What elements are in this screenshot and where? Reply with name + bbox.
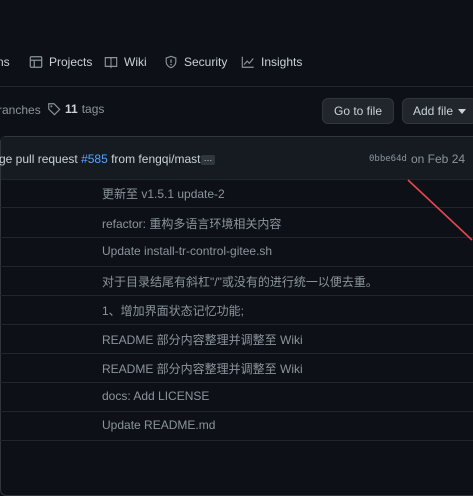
file-commit-message[interactable]: Update README.md [102,418,215,432]
tags-count: 11 [65,102,78,116]
commit-sha[interactable]: 0bbe64d [369,154,407,164]
annotation-arrow [407,179,473,241]
file-commit-message[interactable]: 对于目录结尾有斜杠"/"或没有的进行统一以便去重。 [102,273,378,290]
tags-label: tags [81,102,105,116]
file-row: README 部分内容整理并调整至 Wiki [0,324,473,354]
commit-date: on Feb 24 [411,152,466,166]
latest-commit-message[interactable]: ge pull request #585 from fengqi/master [0,152,211,166]
file-row: Update README.md [0,411,473,441]
commit-suffix: from fengqi/master [107,152,212,166]
tags-link[interactable]: 11 tags [47,102,104,116]
file-commit-message[interactable]: docs: Add LICENSE [102,389,209,403]
nav-insights-label: Insights [261,55,303,69]
expand-commit-button[interactable]: … [201,154,215,165]
nav-code-label: ns [0,55,10,69]
file-row: docs: Add LICENSE [0,382,473,412]
file-row: 1、增加界面状态记忆功能; [0,295,473,325]
pr-link[interactable]: #585 [81,152,108,166]
file-row: 更新至 v1.5.1 update-2 [0,178,473,208]
nav-code[interactable]: ns [0,52,10,72]
nav-divider [0,86,473,87]
file-commit-message[interactable]: README 部分内容整理并调整至 Wiki [102,331,303,348]
latest-commit-bar: ge pull request #585 from fengqi/master … [0,137,473,180]
repo-nav: ns Projects Wiki Security Insights [0,0,473,90]
file-commit-message[interactable]: 1、增加界面状态记忆功能; [102,302,244,319]
file-row [0,440,473,469]
nav-insights[interactable]: Insights [241,52,302,72]
table-icon [29,56,43,68]
nav-wiki[interactable]: Wiki [104,52,147,72]
commit-prefix: ge pull request [0,152,82,166]
file-commit-message[interactable]: Update install-tr-control-gitee.sh [102,244,272,258]
file-commit-message[interactable]: 更新至 v1.5.1 update-2 [102,185,225,202]
nav-security-label: Security [184,55,228,69]
graph-icon [241,56,254,68]
chevron-down-icon [458,108,467,114]
add-file-button[interactable]: Add file [402,98,473,124]
go-to-file-button[interactable]: Go to file [322,98,394,124]
book-icon [104,57,118,69]
go-to-file-label: Go to file [333,104,383,118]
file-commit-message[interactable]: README 部分内容整理并调整至 Wiki [102,360,303,377]
branches-link[interactable]: ranches [0,103,41,117]
shield-icon [165,55,177,69]
file-row: 对于目录结尾有斜杠"/"或没有的进行统一以便去重。 [0,266,473,296]
nav-projects-label: Projects [49,55,93,69]
file-row: refactor: 重构多语言环境相关内容 [0,208,473,238]
file-row: README 部分内容整理并调整至 Wiki [0,353,473,383]
nav-wiki-label: Wiki [124,55,147,69]
nav-security[interactable]: Security [164,52,227,72]
tag-icon [48,103,61,116]
add-file-label: Add file [412,104,454,118]
file-commit-message[interactable]: refactor: 重构多语言环境相关内容 [102,215,281,232]
file-row: Update install-tr-control-gitee.sh [0,237,473,267]
nav-projects[interactable]: Projects [29,52,92,72]
